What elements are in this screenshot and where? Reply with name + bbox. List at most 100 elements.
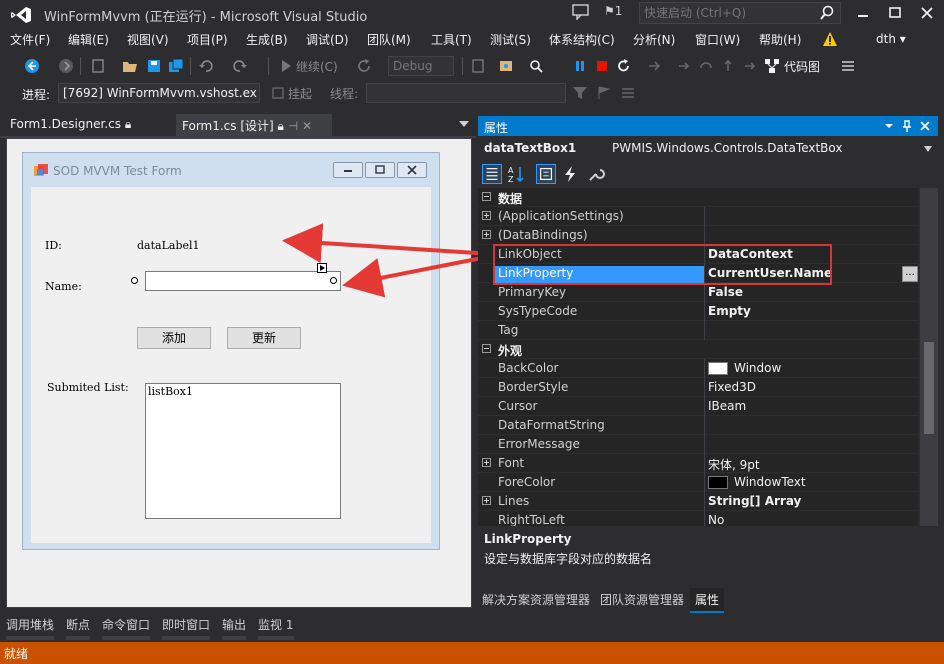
property-pages-icon[interactable] [586,164,606,184]
property-row[interactable]: DataFormatString [478,416,918,435]
property-row[interactable]: Lines String[] Array [478,492,918,511]
expand-icon[interactable] [482,230,491,239]
solution-config-select[interactable]: Debug [388,56,454,76]
properties-view-icon[interactable] [536,164,556,184]
quick-launch[interactable] [639,2,841,24]
flag-threads-icon[interactable] [596,85,612,101]
menu-project[interactable]: 项目(P) [187,31,228,48]
name-data-textbox[interactable] [145,271,341,291]
pin-icon[interactable] [900,119,914,133]
tab-watch-1[interactable]: 监视 1 [258,616,293,633]
pause-icon[interactable] [572,58,588,74]
tab-properties[interactable]: 属性 [690,588,725,613]
thread-select[interactable] [366,83,566,103]
user-account[interactable]: dth ▾ [876,32,906,46]
menu-architecture[interactable]: 体系结构(C) [549,31,615,48]
restart-icon[interactable] [616,58,632,74]
property-row[interactable]: BorderStyle Fixed3D [478,378,918,397]
close-icon[interactable] [918,119,932,133]
ellipsis-button[interactable]: ... [902,266,918,282]
tab-command-window[interactable]: 命令窗口 [102,616,150,633]
process-select[interactable]: [7692] WinFormMvvm.vshost.ex [58,83,260,103]
save-icon[interactable] [146,58,162,74]
tab-form1-design[interactable]: Form1.cs [设计] 🔒︎ ⊣ ✕ [176,114,332,136]
window-position-icon[interactable] [882,119,896,133]
menu-team[interactable]: 团队(M) [367,31,411,48]
menu-help[interactable]: 帮助(H) [759,31,801,48]
menu-edit[interactable]: 编辑(E) [68,31,109,48]
notification-icon[interactable] [572,4,590,20]
expand-icon[interactable] [482,211,491,220]
stack-frame-icon[interactable] [620,85,636,101]
events-icon[interactable] [560,164,580,184]
stop-icon[interactable] [594,58,610,74]
property-row[interactable]: ForeColor WindowText [478,473,918,492]
property-value[interactable]: Fixed3D [708,380,756,394]
winform-preview[interactable]: SOD MVVM Test Form ID: dataLabel1 Name: … [22,152,440,550]
property-value[interactable]: Empty [708,304,751,318]
menu-tools[interactable]: 工具(T) [431,31,472,48]
tab-form1-designer-cs[interactable]: Form1.Designer.cs 🔒︎ [4,114,170,136]
property-grid-scrollbar[interactable] [920,188,938,526]
attach-icon[interactable] [498,58,514,74]
code-map-icon[interactable] [764,58,780,74]
tab-immediate-window[interactable]: 即时窗口 [162,616,210,633]
resize-handle-right[interactable] [330,277,337,284]
menu-test[interactable]: 测试(S) [490,31,531,48]
save-all-icon[interactable] [168,58,184,74]
redo-icon[interactable] [232,58,248,74]
tab-call-stack[interactable]: 调用堆栈 [6,616,54,633]
menu-window[interactable]: 窗口(W) [695,31,740,48]
quick-launch-input[interactable] [644,5,814,21]
property-row[interactable]: Cursor IBeam [478,397,918,416]
property-row[interactable]: BackColor Window [478,359,918,378]
property-row[interactable]: (DataBindings) [478,226,918,245]
property-row[interactable]: Tag [478,321,918,340]
feedback-flag[interactable]: ⚑1 [604,4,622,18]
maximize-icon[interactable] [880,2,910,24]
close-icon[interactable] [912,2,942,24]
property-row[interactable]: SysTypeCode Empty [478,302,918,321]
property-value[interactable]: Window [734,361,781,375]
form-minimize-button[interactable] [333,162,363,178]
expand-icon[interactable] [482,496,491,505]
suspend-icon[interactable] [270,85,286,101]
property-value[interactable]: IBeam [708,399,746,413]
property-row[interactable]: RightToLeft No [478,511,918,526]
expand-icon[interactable] [482,458,491,467]
tab-team-explorer[interactable]: 团队资源管理器 [600,591,684,608]
smart-tag-button[interactable] [317,263,327,273]
menu-build[interactable]: 生成(B) [246,31,288,48]
step-into-icon[interactable] [676,58,692,74]
tab-output[interactable]: 输出 [222,616,246,633]
property-value[interactable]: String[] Array [708,494,801,508]
new-project-icon[interactable] [90,58,106,74]
step-over-icon[interactable] [698,58,714,74]
find-icon[interactable] [528,58,544,74]
property-value[interactable]: 宋体, 9pt [708,456,760,473]
menu-file[interactable]: 文件(F) [10,31,50,48]
menu-analyze[interactable]: 分析(N) [633,31,675,48]
submitted-listbox[interactable]: listBox1 [145,383,341,519]
resize-handle-left[interactable] [131,277,138,284]
open-folder-icon[interactable] [122,58,138,74]
menu-view[interactable]: 视图(V) [127,31,169,48]
filter-icon[interactable] [572,85,588,101]
collapse-icon[interactable] [482,192,491,201]
update-button[interactable]: 更新 [227,327,301,349]
pin-icon[interactable]: ⊣ [288,119,298,133]
undo-icon[interactable] [198,58,214,74]
warning-icon[interactable] [822,31,838,47]
add-button[interactable]: 添加 [137,327,211,349]
refresh-icon[interactable] [356,58,372,74]
minimize-icon[interactable] [848,2,878,24]
collapse-icon[interactable] [482,344,491,353]
form-close-button[interactable] [397,162,427,178]
tab-solution-explorer[interactable]: 解决方案资源管理器 [482,591,590,608]
tab-list-dropdown-icon[interactable] [458,118,470,130]
alphabetical-icon[interactable]: AZ [506,164,526,184]
menu-debug[interactable]: 调试(D) [306,31,349,48]
suspend-label[interactable]: 挂起 [288,85,312,102]
chevron-down-icon[interactable] [924,146,932,152]
name-input[interactable] [146,272,340,290]
